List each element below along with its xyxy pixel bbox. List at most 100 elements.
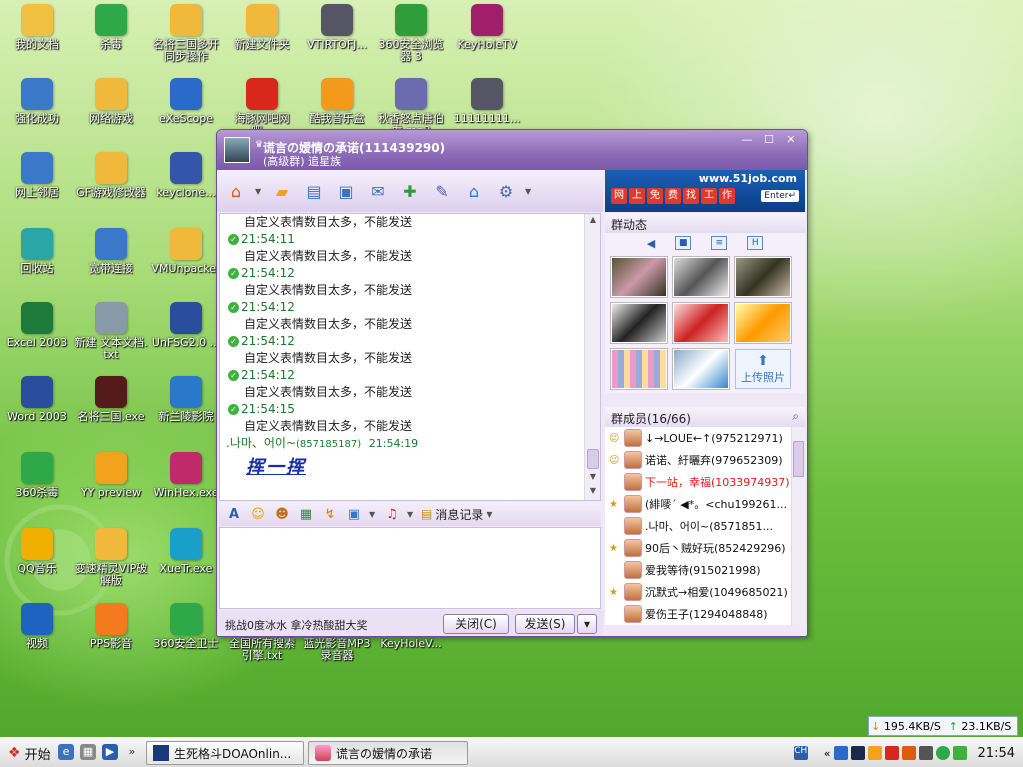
member-row[interactable]: 爱我等待(915021998) bbox=[605, 559, 805, 581]
ie-icon[interactable]: e bbox=[58, 744, 74, 760]
desktop-icon[interactable]: 宽带连接 bbox=[74, 228, 148, 275]
promo-ticker[interactable]: 挑战0度冰水 拿冷热酸甜大奖 bbox=[225, 617, 368, 633]
group-avatar[interactable] bbox=[224, 137, 250, 163]
speaker-icon[interactable] bbox=[918, 746, 933, 760]
settings-icon[interactable]: ⚙ bbox=[493, 178, 519, 204]
card-icon[interactable]: ▣ bbox=[333, 178, 359, 204]
show-desktop-icon[interactable]: ▦ bbox=[80, 744, 96, 760]
start-button[interactable]: ❖ 开始 bbox=[2, 741, 57, 765]
scroll-down-icon[interactable]: ▼ bbox=[587, 472, 599, 484]
tray-app-icon[interactable] bbox=[867, 746, 882, 760]
font-icon[interactable]: A bbox=[225, 505, 243, 523]
member-scrollbar[interactable] bbox=[791, 427, 805, 625]
hat-icon[interactable]: ⌂ bbox=[461, 178, 487, 204]
message-input[interactable] bbox=[219, 527, 601, 609]
desktop-icon[interactable]: WinHex.exe bbox=[149, 452, 223, 499]
music-share-icon[interactable]: ♫ bbox=[383, 505, 401, 523]
member-row[interactable]: ★ 沉默式→相爱(1049685021) bbox=[605, 581, 805, 603]
taskbar-item-game[interactable]: 生死格斗DOAOnlin... bbox=[146, 741, 304, 765]
desktop-icon[interactable]: VTIRTOFJ... bbox=[300, 4, 374, 51]
search-icon[interactable]: ⌕ bbox=[792, 409, 799, 424]
qq-tray-icon[interactable] bbox=[952, 746, 967, 760]
member-row[interactable]: 下一站，幸福(1033974937) bbox=[605, 471, 805, 493]
chevron-down-icon[interactable]: ▼ bbox=[407, 510, 415, 519]
member-list[interactable]: ☺ ↓→LOUE←↑(975212971) ☺ 诺诺、紆曬弃(979652309) 下一… bbox=[605, 427, 805, 625]
tab-list-view[interactable]: ≡ bbox=[711, 236, 728, 250]
magic-face-icon[interactable]: ☻ bbox=[273, 505, 291, 523]
shake-icon[interactable]: ↯ bbox=[321, 505, 339, 523]
desktop-icon[interactable]: 360安全卫士 bbox=[149, 603, 223, 650]
desktop-icon[interactable]: 新建 文本文档.txt bbox=[74, 302, 148, 361]
photo-thumbnail[interactable] bbox=[610, 348, 668, 390]
folder-share-icon[interactable]: ▰ bbox=[269, 178, 295, 204]
screenshot-icon[interactable]: ▣ bbox=[345, 505, 363, 523]
tray-app-icon[interactable] bbox=[833, 746, 848, 760]
add-icon[interactable]: ✚ bbox=[397, 178, 423, 204]
tab-hot-view[interactable]: H bbox=[747, 236, 764, 250]
upload-photo-button[interactable]: ⬆ 上传照片 bbox=[735, 349, 791, 389]
member-row[interactable]: .나마、어이~(8571851... bbox=[605, 515, 805, 537]
tools-icon[interactable]: ✎ bbox=[429, 178, 455, 204]
desktop-icon[interactable]: XueTr.exe bbox=[149, 528, 223, 575]
photo-thumbnail[interactable] bbox=[734, 256, 792, 298]
scroll-thumb[interactable] bbox=[793, 441, 804, 477]
desktop-icon[interactable]: 名将三国多开同步操作 bbox=[149, 4, 223, 63]
member-row[interactable]: ★ 90后丶贼好玩(852429296) bbox=[605, 537, 805, 559]
desktop-icon[interactable]: 强化成功 bbox=[0, 78, 74, 125]
member-row[interactable]: ☺ ↓→LOUE←↑(975212971) bbox=[605, 427, 805, 449]
taskbar-item-qq-chat[interactable]: 谎言の嫒情の承诺 bbox=[308, 741, 468, 765]
job-ad-banner[interactable]: www.51job.com 网上免费找工作 Enter↵ bbox=[605, 170, 805, 212]
member-row[interactable]: 爱伤王子(1294048848) bbox=[605, 603, 805, 625]
desktop-icon[interactable]: KeyHoleTV bbox=[450, 4, 524, 51]
chevron-down-icon[interactable]: ▼ bbox=[369, 510, 377, 519]
home-icon[interactable]: ⌂ bbox=[223, 178, 249, 204]
chevron-right-icon[interactable]: » bbox=[124, 744, 140, 760]
desktop-icon[interactable]: 360安全浏览器 3 bbox=[374, 4, 448, 63]
chat-history[interactable]: 自定义表情数目太多，不能发送 ✓ 21:54:11 自定义表情数目太多，不能发送 ✓ 21… bbox=[219, 213, 601, 501]
member-row[interactable]: ☺ 诺诺、紆曬弃(979652309) bbox=[605, 449, 805, 471]
send-button[interactable]: 发送(S) bbox=[515, 614, 575, 634]
desktop-icon[interactable]: 我的文档 bbox=[0, 4, 74, 51]
desktop-icon[interactable]: 酷我音乐盒 bbox=[300, 78, 374, 125]
chevron-down-icon[interactable]: ▼ bbox=[255, 187, 263, 196]
desktop-icon[interactable]: PPS影音 bbox=[74, 603, 148, 650]
scroll-down-icon[interactable]: ▼ bbox=[587, 486, 599, 498]
desktop-icon[interactable]: eXeScope bbox=[149, 78, 223, 125]
tab-album-view[interactable]: ■ bbox=[675, 236, 692, 250]
minimize-button[interactable]: — bbox=[737, 132, 757, 148]
emoji-icon[interactable]: ☺ bbox=[249, 505, 267, 523]
desktop-icon[interactable]: keyclone... bbox=[149, 152, 223, 199]
tray-app-icon[interactable] bbox=[850, 746, 865, 760]
desktop-icon[interactable]: 新建文件夹 bbox=[225, 4, 299, 51]
message-history-button[interactable]: ▤ 消息记录 ▼ bbox=[421, 506, 494, 523]
maximize-button[interactable]: ☐ bbox=[759, 132, 779, 148]
member-row[interactable]: ★ (緋嘜ˊ ◀*。<chu199261... bbox=[605, 493, 805, 515]
mail-icon[interactable]: ✉ bbox=[365, 178, 391, 204]
speaker-icon[interactable]: ◀ bbox=[647, 237, 655, 250]
chat-scrollbar[interactable]: ▲ ▼ ▼ bbox=[584, 214, 600, 500]
sender-name[interactable]: .나마、어이~ bbox=[226, 436, 296, 450]
media-icon[interactable]: ▶ bbox=[102, 744, 118, 760]
ad-enter-button[interactable]: Enter↵ bbox=[761, 190, 799, 202]
desktop-icon[interactable]: 名将三国.exe bbox=[74, 376, 148, 423]
desktop-icon[interactable]: 视频 bbox=[0, 603, 74, 650]
desktop-icon[interactable]: QQ音乐 bbox=[0, 528, 74, 575]
desktop-icon[interactable]: Excel 2003 bbox=[0, 302, 74, 349]
clock[interactable]: 21:54 bbox=[978, 746, 1015, 761]
photo-thumbnail[interactable] bbox=[672, 256, 730, 298]
ime-icon[interactable]: CH bbox=[793, 746, 808, 760]
window-title-bar[interactable]: ♛ 谎言の嫒情の承诺(111439290) (高级群) 追星族 — ☐ ✕ bbox=[217, 130, 807, 170]
network-speed-widget[interactable]: ↓ 195.4KB/S ↑ 23.1KB/S bbox=[868, 716, 1018, 736]
expand-icon[interactable]: « bbox=[824, 747, 831, 760]
send-options-button[interactable]: ▾ bbox=[577, 614, 597, 634]
image-icon[interactable]: ▦ bbox=[297, 505, 315, 523]
desktop-icon[interactable]: 360杀毒 bbox=[0, 452, 74, 499]
desktop-icon[interactable]: GF游戏修改器 bbox=[74, 152, 148, 199]
photo-thumbnail[interactable] bbox=[672, 302, 730, 344]
desktop-icon[interactable]: UnFSG2.0 ... bbox=[149, 302, 223, 349]
desktop-icon[interactable]: 变速精灵VIP破解版 bbox=[74, 528, 148, 587]
photo-thumbnail[interactable] bbox=[610, 256, 668, 298]
tray-app-icon[interactable] bbox=[884, 746, 899, 760]
close-button[interactable]: 关闭(C) bbox=[443, 614, 509, 634]
photo-thumbnail[interactable] bbox=[734, 302, 792, 344]
